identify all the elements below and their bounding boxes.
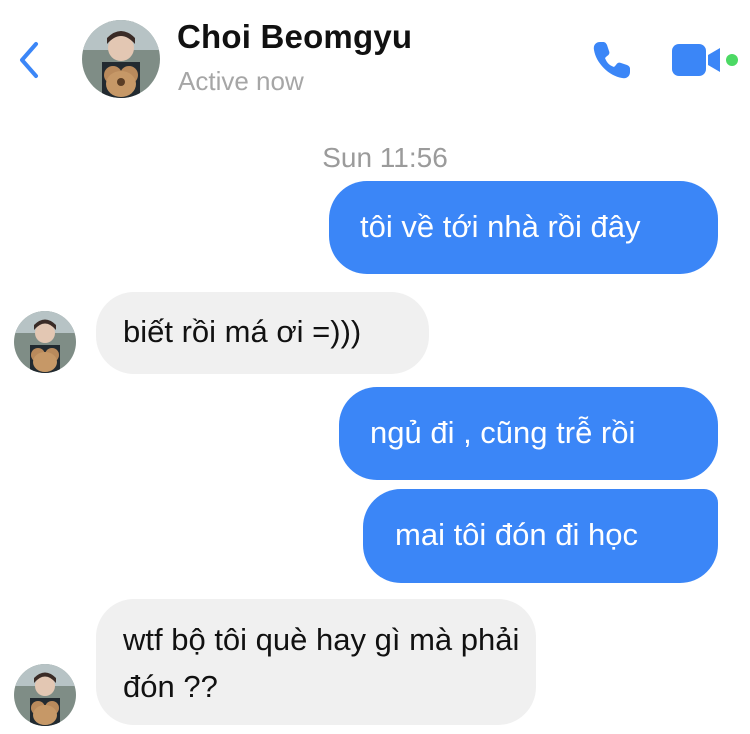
contact-avatar[interactable] xyxy=(82,20,160,98)
chat-header: Choi Beomgyu Active now xyxy=(0,0,750,122)
online-status-dot xyxy=(726,54,738,66)
contact-name[interactable]: Choi Beomgyu xyxy=(177,18,412,56)
outgoing-message[interactable]: ngủ đi , cũng trễ rồi xyxy=(339,387,718,480)
back-button[interactable] xyxy=(14,40,46,80)
phone-icon xyxy=(593,42,630,79)
chevron-left-icon xyxy=(20,42,38,78)
video-call-button[interactable] xyxy=(670,40,740,80)
incoming-message[interactable]: wtf bộ tôi què hay gì mà phải đón ?? xyxy=(96,599,536,725)
incoming-message[interactable]: biết rồi má ơi =))) xyxy=(96,292,429,374)
outgoing-message[interactable]: tôi về tới nhà rồi đây xyxy=(329,181,718,274)
active-status: Active now xyxy=(178,66,304,96)
outgoing-message[interactable]: mai tôi đón đi học xyxy=(363,489,718,583)
video-camera-icon xyxy=(672,44,738,76)
sender-avatar xyxy=(14,311,76,373)
audio-call-button[interactable] xyxy=(590,38,634,82)
sender-avatar xyxy=(14,664,76,726)
message-timestamp: Sun 11:56 xyxy=(322,142,448,173)
